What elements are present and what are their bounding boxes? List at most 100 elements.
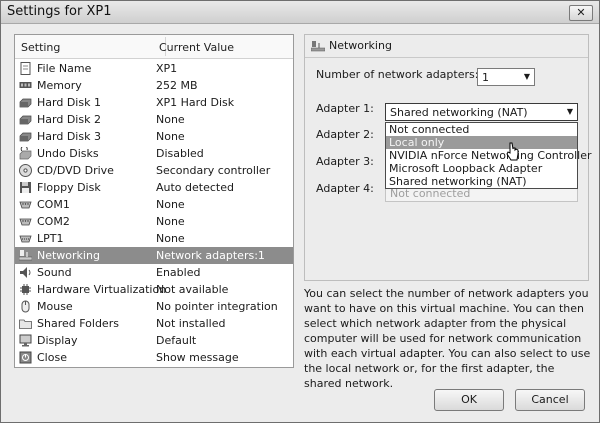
dropdown-option-label: Local only bbox=[389, 136, 445, 149]
setting-value: XP1 Hard Disk bbox=[156, 96, 235, 109]
hard-disk-icon bbox=[19, 115, 32, 125]
dropdown-option-label: Not connected bbox=[389, 123, 470, 136]
dropdown-option-nvidia-nforce-networking-controller[interactable]: NVIDIA nForce Networking Controller bbox=[386, 149, 592, 162]
ok-button[interactable]: OK bbox=[434, 389, 504, 411]
settings-row-undo-disks[interactable]: Undo Disks Disabled bbox=[15, 145, 293, 162]
cd-dvd-icon bbox=[19, 164, 32, 177]
num-adapters-label: Number of network adapters: bbox=[316, 68, 479, 81]
setting-value: 252 MB bbox=[156, 79, 198, 92]
com-port-icon bbox=[19, 201, 32, 209]
settings-row-lpt1[interactable]: LPT1 None bbox=[15, 230, 293, 247]
setting-name: LPT1 bbox=[37, 232, 64, 245]
dropdown-option-label: Microsoft Loopback Adapter bbox=[389, 162, 543, 175]
adapter1-dropdown-list[interactable]: Not connected Local only NVIDIA nForce Net… bbox=[385, 122, 592, 189]
settings-row-file-name[interactable]: File Name XP1 bbox=[15, 60, 293, 77]
setting-value: Enabled bbox=[156, 266, 201, 279]
settings-row-com2[interactable]: COM2 None bbox=[15, 213, 293, 230]
setting-value: None bbox=[156, 130, 185, 143]
settings-list[interactable]: Setting Current Value File Name XP1 Memory… bbox=[14, 34, 294, 368]
setting-name: Hard Disk 1 bbox=[37, 96, 101, 109]
close-window-button[interactable]: ✕ bbox=[569, 5, 593, 21]
settings-row-close[interactable]: Close Show message bbox=[15, 349, 293, 366]
hard-disk-icon bbox=[19, 98, 32, 108]
adapter1-select[interactable]: Shared networking (NAT) ▼ bbox=[385, 103, 578, 121]
setting-value: None bbox=[156, 198, 185, 211]
setting-name: COM1 bbox=[37, 198, 70, 211]
settings-row-hard-disk-1[interactable]: Hard Disk 1 XP1 Hard Disk bbox=[15, 94, 293, 111]
settings-row-networking[interactable]: Networking Network adapters:1 bbox=[15, 247, 293, 264]
setting-name: Hardware Virtualization bbox=[37, 283, 167, 296]
folder-icon bbox=[19, 319, 32, 329]
setting-name: Floppy Disk bbox=[37, 181, 101, 194]
settings-row-floppy-disk[interactable]: Floppy Disk Auto detected bbox=[15, 179, 293, 196]
setting-name: Undo Disks bbox=[37, 147, 99, 160]
dropdown-option-label: NVIDIA nForce Networking Controller bbox=[389, 149, 592, 162]
sound-icon bbox=[20, 267, 31, 278]
setting-name: Close bbox=[37, 351, 67, 364]
setting-name: CD/DVD Drive bbox=[37, 164, 114, 177]
lpt-port-icon bbox=[19, 235, 32, 243]
display-icon bbox=[19, 334, 32, 347]
settings-rows: File Name XP1 Memory 252 MB Hard Disk 1 XP1 H… bbox=[15, 60, 293, 366]
adapter4-label: Adapter 4: bbox=[316, 182, 374, 195]
dropdown-option-label: Shared networking (NAT) bbox=[389, 175, 527, 188]
setting-name: Sound bbox=[37, 266, 72, 279]
column-header-current-value[interactable]: Current Value bbox=[159, 41, 234, 54]
network-icon bbox=[311, 41, 325, 52]
file-icon bbox=[20, 62, 31, 75]
setting-name: Mouse bbox=[37, 300, 73, 313]
num-adapters-value: 1 bbox=[482, 71, 489, 84]
setting-name: Hard Disk 2 bbox=[37, 113, 101, 126]
undo-disk-icon bbox=[19, 147, 32, 160]
setting-name: Memory bbox=[37, 79, 82, 92]
setting-name: Shared Folders bbox=[37, 317, 119, 330]
hard-disk-icon bbox=[19, 132, 32, 142]
column-header-setting[interactable]: Setting bbox=[21, 41, 60, 54]
mouse-cursor-icon bbox=[506, 142, 519, 161]
window-title: Settings for XP1 bbox=[7, 4, 112, 19]
setting-name: Hard Disk 3 bbox=[37, 130, 101, 143]
memory-icon bbox=[19, 82, 32, 88]
adapter1-value: Shared networking (NAT) bbox=[390, 106, 528, 119]
settings-row-sound[interactable]: Sound Enabled bbox=[15, 264, 293, 281]
com-port-icon bbox=[19, 218, 32, 226]
setting-value: XP1 bbox=[156, 62, 178, 75]
setting-value: Secondary controller bbox=[156, 164, 271, 177]
setting-name: Networking bbox=[37, 249, 100, 262]
setting-value: None bbox=[156, 113, 185, 126]
settings-row-display[interactable]: Display Default bbox=[15, 332, 293, 349]
setting-name: COM2 bbox=[37, 215, 70, 228]
setting-value: None bbox=[156, 215, 185, 228]
settings-row-com1[interactable]: COM1 None bbox=[15, 196, 293, 213]
setting-name: File Name bbox=[37, 62, 92, 75]
settings-row-hard-disk-2[interactable]: Hard Disk 2 None bbox=[15, 111, 293, 128]
setting-value: Disabled bbox=[156, 147, 204, 160]
dropdown-option-not-connected[interactable]: Not connected bbox=[386, 123, 577, 136]
dropdown-option-shared-networking-nat[interactable]: Shared networking (NAT) bbox=[386, 175, 577, 188]
settings-row-mouse[interactable]: Mouse No pointer integration bbox=[15, 298, 293, 315]
section-title: Networking bbox=[329, 39, 392, 52]
setting-value: Auto detected bbox=[156, 181, 234, 194]
settings-row-cd-dvd-drive[interactable]: CD/DVD Drive Secondary controller bbox=[15, 162, 293, 179]
setting-value: Default bbox=[156, 334, 197, 347]
settings-row-memory[interactable]: Memory 252 MB bbox=[15, 77, 293, 94]
floppy-icon bbox=[20, 182, 31, 193]
setting-value: None bbox=[156, 232, 185, 245]
cancel-button[interactable]: Cancel bbox=[515, 389, 585, 411]
settings-row-hard-disk-3[interactable]: Hard Disk 3 None bbox=[15, 128, 293, 145]
settings-row-shared-folders[interactable]: Shared Folders Not installed bbox=[15, 315, 293, 332]
setting-value: Network adapters:1 bbox=[156, 249, 265, 262]
num-adapters-select[interactable]: 1 ▼ bbox=[477, 68, 535, 86]
section-divider bbox=[305, 57, 588, 58]
dropdown-option-local-only[interactable]: Local only bbox=[386, 136, 577, 149]
networking-description: You can select the number of network ada… bbox=[304, 287, 591, 390]
adapter2-label: Adapter 2: bbox=[316, 128, 374, 141]
setting-value: Not installed bbox=[156, 317, 226, 330]
mouse-icon bbox=[21, 300, 30, 313]
dropdown-option-microsoft-loopback-adapter[interactable]: Microsoft Loopback Adapter bbox=[386, 162, 577, 175]
chevron-down-icon: ▼ bbox=[523, 72, 530, 81]
settings-row-hardware-virtualization[interactable]: Hardware Virtualization Not available bbox=[15, 281, 293, 298]
chip-icon bbox=[20, 284, 31, 295]
list-header: Setting Current Value bbox=[15, 35, 293, 59]
setting-value: Not available bbox=[156, 283, 229, 296]
